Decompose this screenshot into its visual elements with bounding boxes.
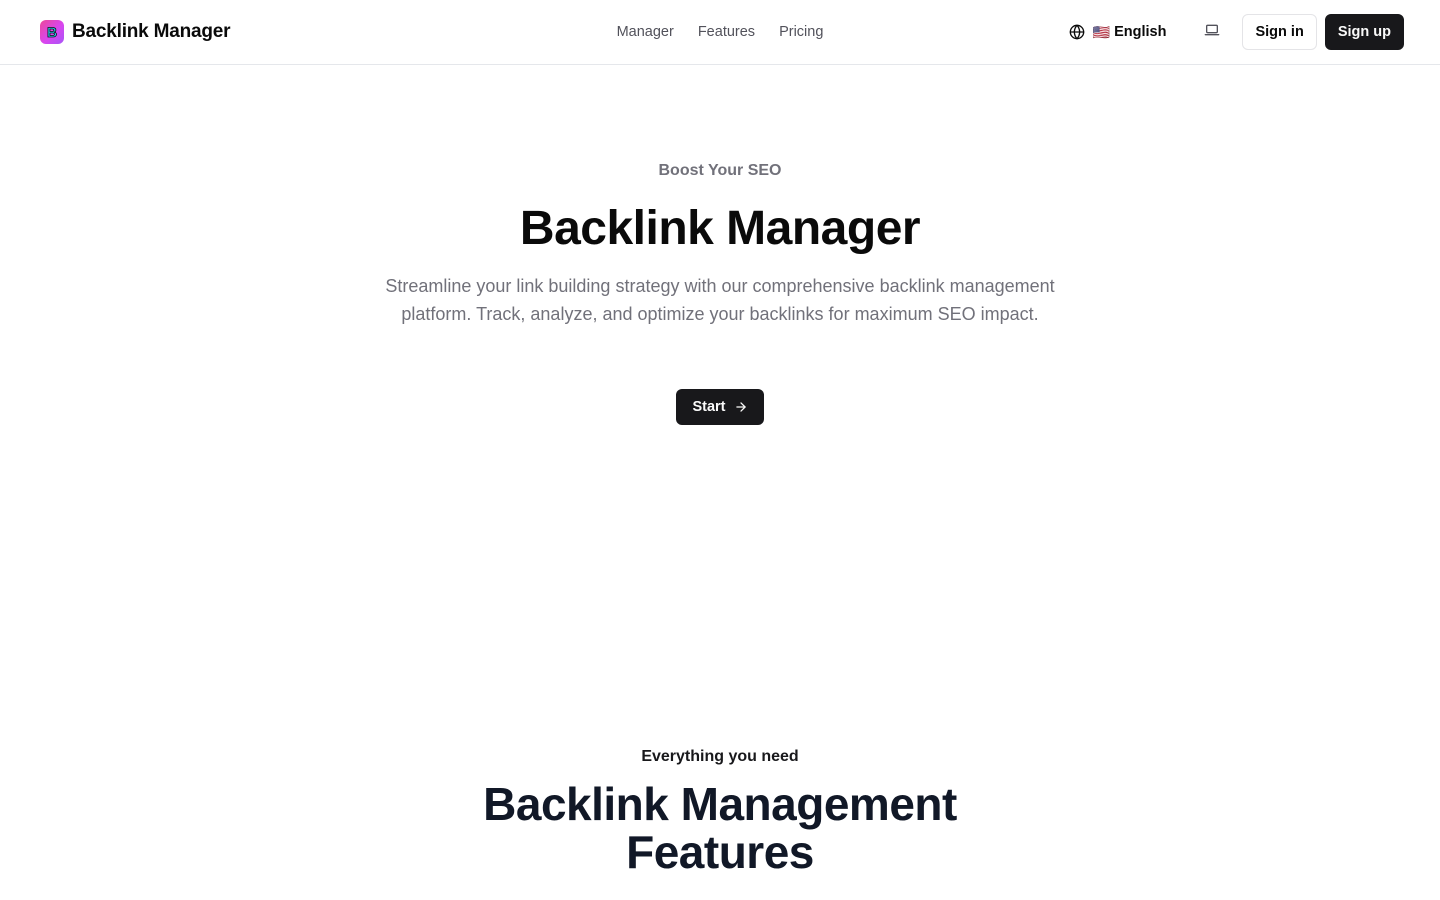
nav-link-pricing[interactable]: Pricing <box>779 22 823 42</box>
arrow-right-icon <box>734 400 748 414</box>
nav-link-manager[interactable]: Manager <box>617 22 674 42</box>
start-button[interactable]: Start <box>676 389 764 425</box>
features-title: Backlink Management Features <box>483 778 957 878</box>
globe-icon <box>1069 24 1085 40</box>
laptop-icon <box>1204 22 1220 43</box>
hero-description: Streamline your link building strategy w… <box>385 276 1055 324</box>
start-button-label: Start <box>692 399 726 415</box>
brand-link[interactable]: B Backlink Manager <box>40 20 231 44</box>
hero-title: Backlink Manager <box>519 202 921 255</box>
logo-letter: B <box>47 24 57 40</box>
features-eyebrow: Everything you need <box>641 748 799 765</box>
nav-link-features[interactable]: Features <box>698 22 755 42</box>
theme-toggle-button[interactable] <box>1194 14 1230 50</box>
header-actions: 🇺🇸 English Sign in Sign up <box>1061 14 1404 50</box>
language-label: English <box>1114 24 1167 40</box>
brand-logo-icon: B <box>40 20 64 44</box>
sign-in-button[interactable]: Sign in <box>1242 14 1317 50</box>
language-switcher[interactable]: 🇺🇸 English <box>1061 14 1175 50</box>
sign-up-button[interactable]: Sign up <box>1324 14 1404 50</box>
hero-eyebrow: Boost Your SEO <box>658 162 782 179</box>
us-flag-icon: 🇺🇸 <box>1092 23 1111 40</box>
brand-name: Backlink Manager <box>72 21 231 42</box>
site-header: B Backlink Manager Manager Features Pric… <box>0 0 1440 65</box>
